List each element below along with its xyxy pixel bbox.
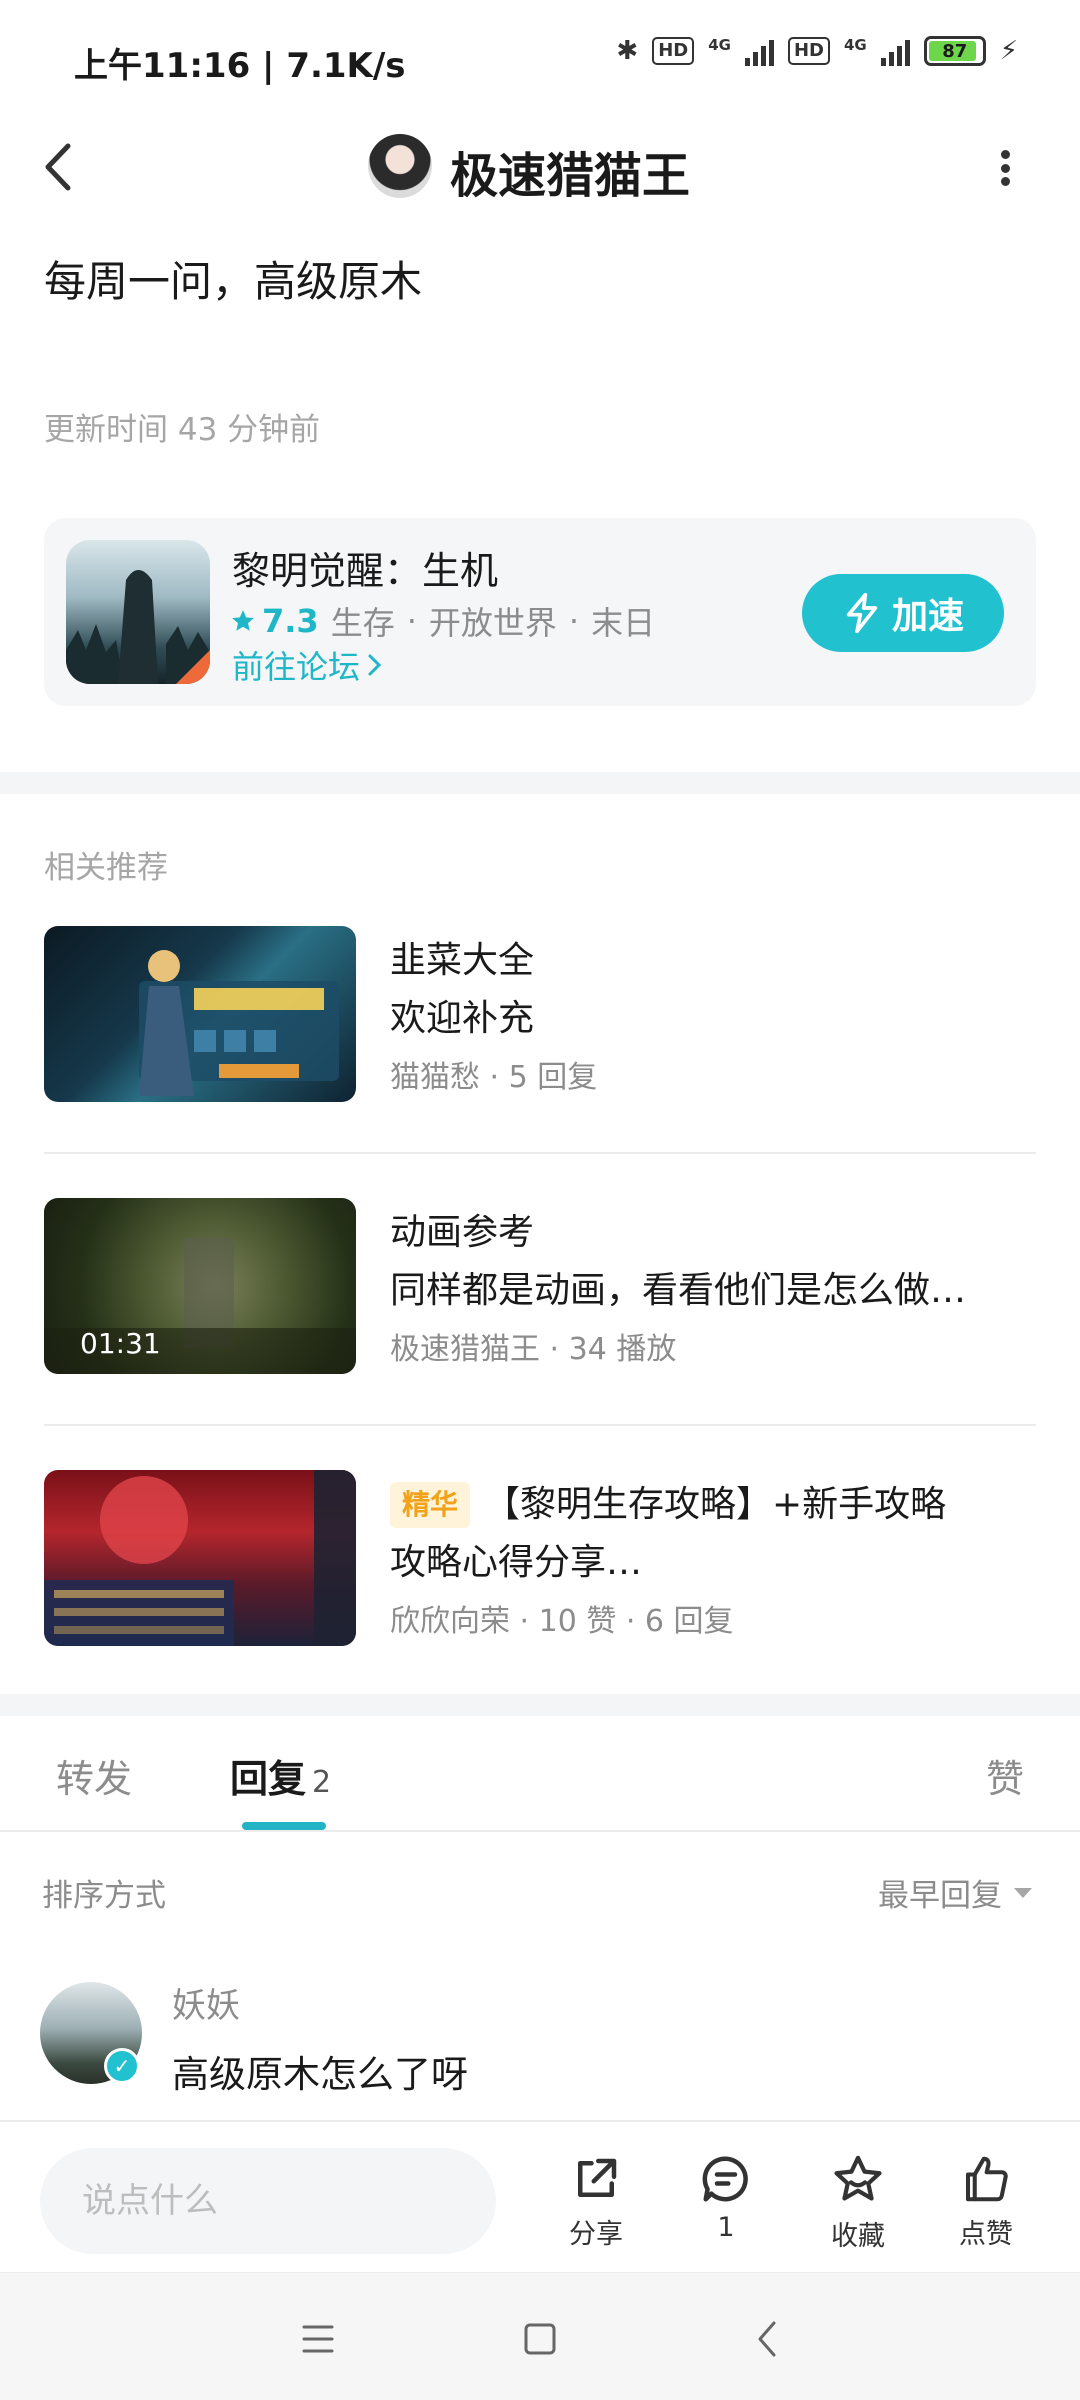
sort-label: 排序方式 [42, 1878, 166, 1914]
rating: 7.3 [230, 602, 319, 640]
video-duration: 01:31 [80, 1327, 161, 1360]
list-divider [44, 1152, 1036, 1154]
signal-icon-2 [880, 36, 910, 66]
forum-link-label: 前往论坛 [232, 648, 361, 686]
accelerate-label: 加速 [891, 596, 964, 637]
star-icon [232, 610, 254, 631]
active-tab-indicator [242, 1822, 326, 1830]
like-button[interactable]: 点赞 [938, 2152, 1034, 2251]
bottom-action-bar: 分享 1 收藏 点赞 [0, 2120, 1080, 2272]
game-tag: 开放世界 [428, 604, 557, 642]
section-divider [0, 1694, 1080, 1716]
thumbnail [44, 926, 356, 1102]
game-name: 黎明觉醒：生机 [232, 549, 499, 593]
related-item-text: 精华 【黎明生存攻略】+新手攻略 攻略心得分享… [390, 1476, 1040, 1592]
chevron-right-icon [368, 654, 382, 676]
tab-like[interactable]: 赞 [986, 1748, 1024, 1803]
star-outline-icon [834, 2155, 882, 2201]
network-label-2: 4G [843, 36, 867, 54]
more-icon[interactable] [985, 140, 1025, 196]
tab-reply-label: 回复 [230, 1757, 307, 1801]
forum-link[interactable]: 前往论坛 [232, 642, 384, 688]
related-item-meta: 极速猎猫王 · 34 播放 [390, 1332, 677, 1367]
related-item[interactable]: 精华 【黎明生存攻略】+新手攻略 攻略心得分享… 欣欣向荣 · 10 赞 · 6 … [44, 1470, 1036, 1648]
chevron-left-icon [45, 143, 71, 191]
related-item-meta: 欣欣向荣 · 10 赞 · 6 回复 [390, 1604, 734, 1639]
essence-badge: 精华 [390, 1482, 471, 1528]
author-name[interactable]: 极速猎猫王 [450, 136, 690, 206]
related-item-text: 动画参考 同样都是动画，看看他们是怎么做… [390, 1204, 1040, 1320]
status-time: 上午11:16 | 7.1K/s [74, 46, 406, 86]
game-meta: 7.3 生存 · 开放世界 · 末日 [230, 598, 655, 644]
section-divider [0, 772, 1080, 794]
game-tag: 末日 [591, 604, 656, 642]
like-label: 点赞 [959, 2219, 1013, 2250]
verified-icon: ✓ [104, 2048, 140, 2084]
back-button[interactable] [30, 132, 90, 202]
reply-content: 高级原木怎么了呀 [172, 2053, 468, 2096]
related-item-subtitle: 攻略心得分享… [390, 1542, 643, 1583]
status-icons: ✱ HD 4G HD 4G 87 ⚡ [616, 36, 1018, 66]
post-title: 每周一问，高级原木 [44, 257, 423, 306]
thumbnail [44, 1470, 356, 1646]
comment-input[interactable] [40, 2148, 496, 2254]
system-nav-bar [0, 2272, 1080, 2400]
back-nav-icon[interactable] [738, 2313, 798, 2365]
comment-icon [702, 2156, 748, 2202]
share-icon [578, 2158, 617, 2197]
caret-down-icon [1014, 1887, 1032, 1898]
favorite-label: 收藏 [831, 2221, 885, 2252]
game-icon [66, 540, 210, 684]
related-item-text: 韭菜大全 欢迎补充 [390, 932, 1040, 1048]
dot-separator: · [568, 602, 580, 640]
network-label: 4G [708, 36, 731, 54]
related-title: 相关推荐 [44, 850, 168, 886]
related-item-title: 【黎明生存攻略】+新手攻略 [484, 1484, 947, 1525]
related-item[interactable]: 韭菜大全 欢迎补充 猫猫愁 · 5 回复 [44, 926, 1036, 1104]
rating-value: 7.3 [262, 602, 319, 640]
game-tag: 生存 [330, 604, 395, 642]
related-item-subtitle: 欢迎补充 [390, 998, 535, 1039]
reply-count: 2 [312, 1765, 332, 1800]
video-thumbnail: 01:31 [44, 1198, 356, 1374]
share-label: 分享 [569, 2219, 623, 2250]
sort-value: 最早回复 [878, 1878, 1002, 1914]
share-button[interactable]: 分享 [548, 2152, 644, 2251]
bluetooth-icon: ✱ [616, 36, 639, 66]
comment-count: 1 [717, 2212, 735, 2243]
favorite-button[interactable]: 收藏 [810, 2152, 906, 2253]
sort-dropdown[interactable]: 最早回复 [878, 1870, 1034, 1915]
related-item-title: 韭菜大全 [390, 940, 535, 981]
comment-button[interactable]: 1 [678, 2152, 774, 2243]
thumbs-up-icon [965, 2156, 1008, 2202]
hd-badge-2: HD [787, 37, 830, 65]
reply-username[interactable]: 妖妖 [172, 1978, 240, 2027]
battery-icon: 87 [923, 36, 986, 66]
related-item[interactable]: 01:31 动画参考 同样都是动画，看看他们是怎么做… 极速猎猫王 · 34 播… [44, 1198, 1036, 1376]
accelerate-button[interactable]: 加速 [802, 574, 1004, 652]
list-divider [44, 1424, 1036, 1426]
dot-separator: · [406, 602, 417, 640]
update-time: 更新时间 43 分钟前 [44, 412, 321, 448]
hd-badge: HD [652, 37, 695, 65]
signal-icon [744, 36, 774, 66]
charging-icon: ⚡ [999, 36, 1018, 66]
tab-reply[interactable]: 回复 2 [230, 1748, 331, 1803]
lightning-icon [846, 592, 878, 634]
author-avatar[interactable] [368, 134, 432, 198]
tab-divider [0, 1830, 1080, 1832]
battery-level: 87 [942, 40, 968, 62]
tab-forward[interactable]: 转发 [56, 1748, 132, 1803]
related-item-subtitle: 同样都是动画，看看他们是怎么做… [390, 1270, 967, 1311]
related-item-title: 动画参考 [390, 1212, 535, 1253]
home-icon[interactable] [510, 2313, 570, 2365]
related-item-meta: 猫猫愁 · 5 回复 [390, 1060, 598, 1095]
menu-icon[interactable] [288, 2313, 348, 2365]
game-card[interactable]: 黎明觉醒：生机 7.3 生存 · 开放世界 · 末日 前往论坛 加速 [44, 518, 1036, 706]
